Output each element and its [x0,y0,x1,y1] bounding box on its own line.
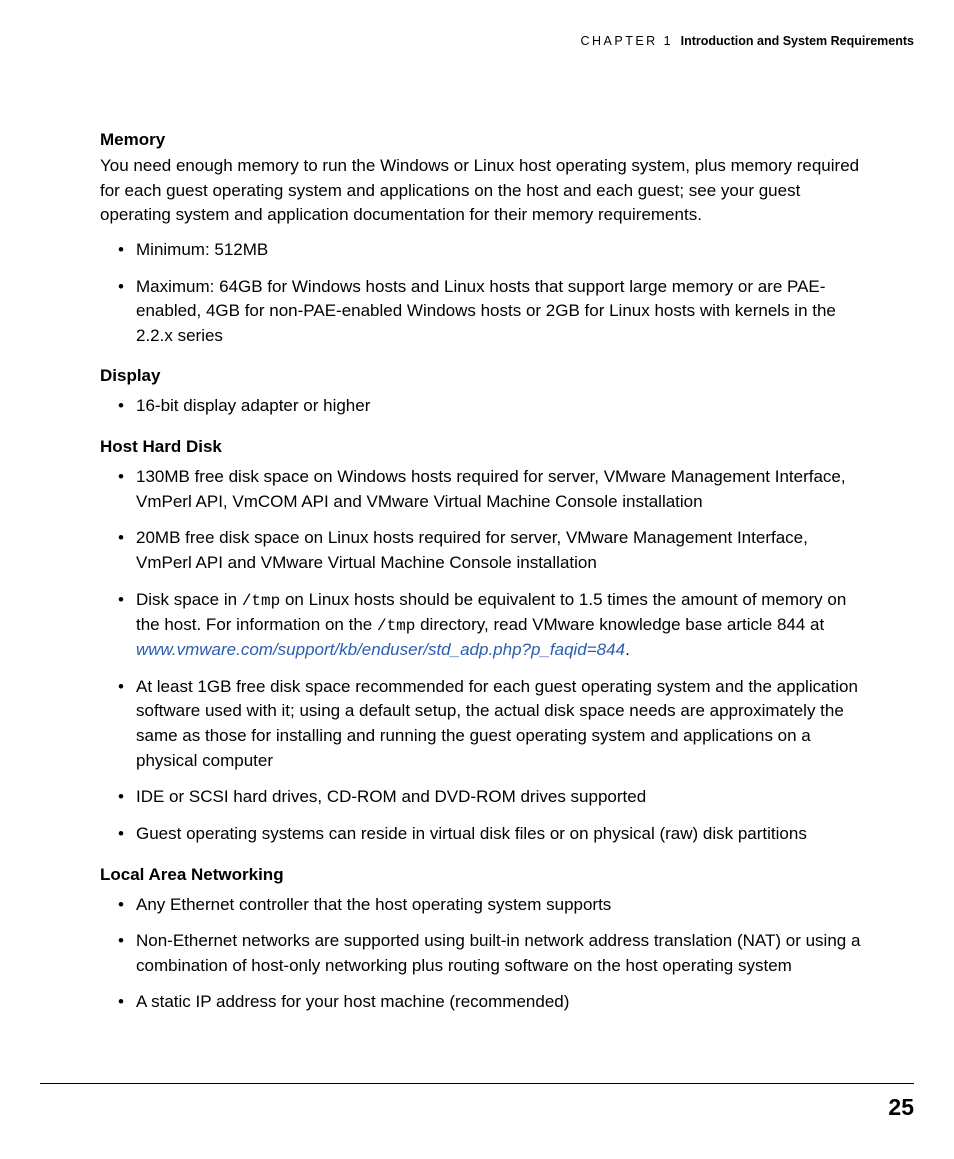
list-host-hard-disk: 130MB free disk space on Windows hosts r… [100,465,864,846]
paragraph-memory: You need enough memory to run the Window… [100,154,864,228]
list-item: 130MB free disk space on Windows hosts r… [100,465,864,514]
list-lan: Any Ethernet controller that the host op… [100,893,864,1016]
list-item: 20MB free disk space on Linux hosts requ… [100,526,864,575]
heading-memory: Memory [100,130,864,150]
text-fragment: directory, read VMware knowledge base ar… [415,615,824,634]
heading-display: Display [100,366,864,386]
list-item: A static IP address for your host machin… [100,990,864,1015]
list-item: Any Ethernet controller that the host op… [100,893,864,918]
list-item: Guest operating systems can reside in vi… [100,822,864,847]
list-memory: Minimum: 512MB Maximum: 64GB for Windows… [100,238,864,349]
list-item: Non-Ethernet networks are supported usin… [100,929,864,978]
text-fragment: . [625,640,630,659]
list-item: Minimum: 512MB [100,238,864,263]
code-tmp-path: /tmp [377,617,415,635]
list-item: 16-bit display adapter or higher [100,394,864,419]
list-item: At least 1GB free disk space recommended… [100,675,864,774]
page-content: Memory You need enough memory to run the… [100,130,864,1033]
list-display: 16-bit display adapter or higher [100,394,864,419]
page-header: CHAPTER 1 Introduction and System Requir… [580,34,914,48]
page-number: 25 [888,1094,914,1121]
chapter-title: Introduction and System Requirements [681,34,914,48]
list-item: Disk space in /tmp on Linux hosts should… [100,588,864,663]
list-item: Maximum: 64GB for Windows hosts and Linu… [100,275,864,349]
heading-lan: Local Area Networking [100,865,864,885]
text-fragment: Disk space in [136,590,242,609]
chapter-label: CHAPTER 1 [580,34,673,48]
list-item: IDE or SCSI hard drives, CD-ROM and DVD-… [100,785,864,810]
code-tmp-path: /tmp [242,592,280,610]
kb-article-link[interactable]: www.vmware.com/support/kb/enduser/std_ad… [136,640,625,659]
footer-rule [40,1083,914,1084]
heading-host-hard-disk: Host Hard Disk [100,437,864,457]
